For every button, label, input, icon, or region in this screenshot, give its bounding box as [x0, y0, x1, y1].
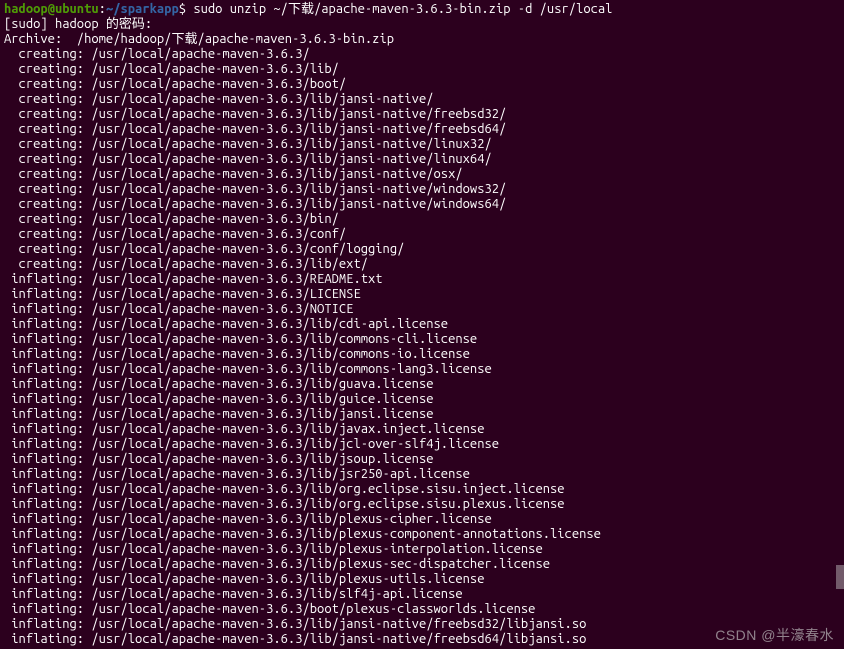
unzip-entry: inflating: /usr/local/apache-maven-3.6.3… — [4, 272, 840, 287]
prompt-colon: : — [99, 2, 106, 16]
unzip-entry: creating: /usr/local/apache-maven-3.6.3/… — [4, 197, 840, 212]
unzip-entry: inflating: /usr/local/apache-maven-3.6.3… — [4, 437, 840, 452]
unzip-entry: creating: /usr/local/apache-maven-3.6.3/… — [4, 92, 840, 107]
unzip-entry: inflating: /usr/local/apache-maven-3.6.3… — [4, 392, 840, 407]
prompt-dollar: $ — [179, 2, 194, 16]
prompt-host: ubuntu — [55, 2, 99, 16]
unzip-entry: inflating: /usr/local/apache-maven-3.6.3… — [4, 377, 840, 392]
unzip-entries: creating: /usr/local/apache-maven-3.6.3/… — [4, 47, 840, 647]
unzip-entry: creating: /usr/local/apache-maven-3.6.3/… — [4, 77, 840, 92]
command-text: sudo unzip ~/下载/apache-maven-3.6.3-bin.z… — [193, 2, 612, 16]
unzip-entry: creating: /usr/local/apache-maven-3.6.3/… — [4, 212, 840, 227]
watermark: CSDN @半濠春水 — [715, 628, 834, 643]
unzip-entry: creating: /usr/local/apache-maven-3.6.3/… — [4, 107, 840, 122]
unzip-entry: inflating: /usr/local/apache-maven-3.6.3… — [4, 347, 840, 362]
unzip-entry: creating: /usr/local/apache-maven-3.6.3/… — [4, 167, 840, 182]
prompt-at: @ — [48, 2, 55, 16]
terminal-output[interactable]: hadoop@ubuntu:~/sparkapp$ sudo unzip ~/下… — [4, 2, 840, 647]
unzip-entry: creating: /usr/local/apache-maven-3.6.3/… — [4, 227, 840, 242]
unzip-entry: creating: /usr/local/apache-maven-3.6.3/… — [4, 137, 840, 152]
scrollbar-thumb[interactable] — [836, 565, 844, 589]
unzip-entry: creating: /usr/local/apache-maven-3.6.3/ — [4, 47, 840, 62]
prompt-line: hadoop@ubuntu:~/sparkapp$ sudo unzip ~/下… — [4, 2, 840, 17]
unzip-entry: creating: /usr/local/apache-maven-3.6.3/… — [4, 62, 840, 77]
unzip-entry: inflating: /usr/local/apache-maven-3.6.3… — [4, 602, 840, 617]
archive-line: Archive: /home/hadoop/下载/apache-maven-3.… — [4, 32, 840, 47]
unzip-entry: creating: /usr/local/apache-maven-3.6.3/… — [4, 242, 840, 257]
unzip-entry: inflating: /usr/local/apache-maven-3.6.3… — [4, 542, 840, 557]
prompt-path: ~/sparkapp — [106, 2, 179, 16]
unzip-entry: inflating: /usr/local/apache-maven-3.6.3… — [4, 587, 840, 602]
unzip-entry: inflating: /usr/local/apache-maven-3.6.3… — [4, 527, 840, 542]
unzip-entry: inflating: /usr/local/apache-maven-3.6.3… — [4, 362, 840, 377]
prompt-user: hadoop — [4, 2, 48, 16]
unzip-entry: inflating: /usr/local/apache-maven-3.6.3… — [4, 512, 840, 527]
unzip-entry: creating: /usr/local/apache-maven-3.6.3/… — [4, 152, 840, 167]
unzip-entry: inflating: /usr/local/apache-maven-3.6.3… — [4, 557, 840, 572]
unzip-entry: inflating: /usr/local/apache-maven-3.6.3… — [4, 467, 840, 482]
unzip-entry: inflating: /usr/local/apache-maven-3.6.3… — [4, 302, 840, 317]
unzip-entry: inflating: /usr/local/apache-maven-3.6.3… — [4, 452, 840, 467]
unzip-entry: creating: /usr/local/apache-maven-3.6.3/… — [4, 122, 840, 137]
unzip-entry: inflating: /usr/local/apache-maven-3.6.3… — [4, 572, 840, 587]
unzip-entry: inflating: /usr/local/apache-maven-3.6.3… — [4, 407, 840, 422]
unzip-entry: inflating: /usr/local/apache-maven-3.6.3… — [4, 317, 840, 332]
sudo-password-prompt: [sudo] hadoop 的密码: — [4, 17, 840, 32]
unzip-entry: inflating: /usr/local/apache-maven-3.6.3… — [4, 332, 840, 347]
unzip-entry: inflating: /usr/local/apache-maven-3.6.3… — [4, 497, 840, 512]
unzip-entry: creating: /usr/local/apache-maven-3.6.3/… — [4, 182, 840, 197]
unzip-entry: creating: /usr/local/apache-maven-3.6.3/… — [4, 257, 840, 272]
unzip-entry: inflating: /usr/local/apache-maven-3.6.3… — [4, 287, 840, 302]
unzip-entry: inflating: /usr/local/apache-maven-3.6.3… — [4, 482, 840, 497]
unzip-entry: inflating: /usr/local/apache-maven-3.6.3… — [4, 422, 840, 437]
